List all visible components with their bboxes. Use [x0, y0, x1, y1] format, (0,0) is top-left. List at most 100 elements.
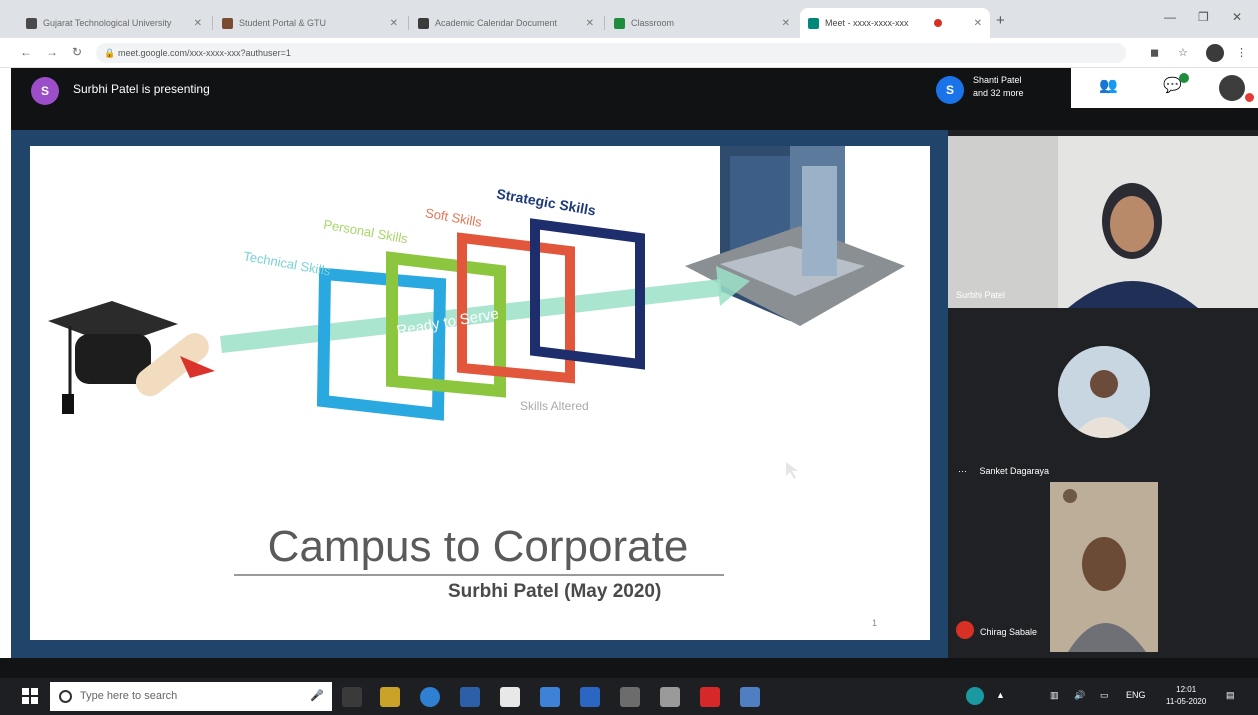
taskbar-search-box[interactable]: Type here to search 🎤: [50, 682, 332, 711]
lock-icon: 🔒: [104, 48, 116, 58]
address-bar[interactable]: 🔒 meet.google.com/xxx-xxxx-xxx?authuser=…: [96, 43, 1126, 63]
meet-right-controls: 👥 💬: [1071, 68, 1258, 108]
windows-taskbar: Type here to search 🎤 ▲ ▥ 🔊 ▭ ENG 12:01 …: [0, 678, 1258, 715]
maximize-icon[interactable]: ❐: [1198, 10, 1209, 24]
mail-app-icon[interactable]: [460, 687, 480, 707]
reload-button[interactable]: ↻: [72, 45, 82, 59]
app-icon[interactable]: [660, 687, 680, 707]
cursor-icon: [786, 462, 798, 479]
tab-label: Academic Calendar Document: [435, 18, 558, 28]
taskbar-top-strip: [0, 658, 1258, 678]
app-icon[interactable]: [740, 687, 760, 707]
microphone-icon[interactable]: 🎤: [310, 682, 324, 711]
screen: Gujarat Technological University ✕ Stude…: [0, 0, 1258, 715]
search-icon: [59, 690, 72, 703]
star-icon[interactable]: ☆: [1178, 46, 1188, 59]
browser-tab[interactable]: Classroom ✕: [606, 8, 798, 38]
volume-icon[interactable]: 🔊: [1074, 690, 1085, 701]
self-avatar[interactable]: [1219, 75, 1245, 101]
building-image: [685, 146, 905, 326]
task-view-icon[interactable]: [342, 687, 362, 707]
back-button[interactable]: ←: [20, 45, 32, 59]
camera-permission-icon[interactable]: ◼: [1150, 46, 1159, 59]
chrome-app-icon[interactable]: [380, 687, 400, 707]
store-app-icon[interactable]: [500, 687, 520, 707]
tab-label: Meet - xxxx-xxxx-xxx: [825, 18, 909, 28]
tab-favicon-icon: [26, 17, 37, 29]
tray-app-icon[interactable]: [966, 687, 984, 705]
tab-divider: [408, 16, 409, 30]
participant-tile[interactable]: Surbhi Patel: [948, 136, 1258, 308]
clock-time: 12:01: [1176, 685, 1197, 694]
new-tab-button[interactable]: +: [996, 12, 1005, 29]
taskbar-clock[interactable]: 12:01 11-05-2020: [1166, 684, 1206, 708]
more-options-icon[interactable]: ⋯: [958, 466, 967, 476]
menu-icon[interactable]: ⋮: [1236, 46, 1247, 59]
meet-window: S Surbhi Patel is presenting S Shanti Pa…: [11, 68, 1258, 658]
tab-label: Classroom: [631, 18, 675, 28]
recording-dot-icon: [934, 19, 943, 27]
participant-panel: Surbhi Patel ⋯ Sanket Dagaraya Chirag Sa…: [948, 130, 1258, 658]
browser-tab[interactable]: Gujarat Technological University ✕: [18, 8, 210, 38]
participants-line-1: Shanti Patel: [973, 75, 1022, 85]
browser-tab-active[interactable]: Meet - xxxx-xxxx-xxx ✕: [800, 8, 990, 38]
battery-icon[interactable]: ▭: [1100, 690, 1109, 701]
close-tab-icon[interactable]: ✕: [188, 18, 202, 29]
close-window-icon[interactable]: ✕: [1232, 10, 1242, 24]
presentation-slide: Technical Skills Personal Skills Soft Sk…: [30, 146, 930, 640]
participant-avatar-photo[interactable]: [1058, 346, 1150, 438]
title-underline: [234, 574, 724, 576]
dropbox-app-icon[interactable]: [540, 687, 560, 707]
presentation-stage: Technical Skills Personal Skills Soft Sk…: [11, 130, 948, 658]
app-icon[interactable]: [620, 687, 640, 707]
participant-name: Surbhi Patel: [956, 290, 1006, 300]
tab-divider: [604, 16, 605, 30]
graduation-cap-image: [48, 301, 178, 414]
search-placeholder: Type here to search: [80, 690, 178, 702]
language-icon[interactable]: ENG: [1126, 690, 1146, 700]
browser-tab-strip: Gujarat Technological University ✕ Stude…: [0, 0, 1258, 38]
address-bar-url: meet.google.com/xxx-xxxx-xxx?authuser=1: [118, 48, 291, 58]
slide-page-number: 1: [872, 618, 878, 628]
tab-label: Student Portal & GTU: [239, 18, 327, 28]
close-tab-icon[interactable]: ✕: [580, 18, 594, 29]
clock-date: 11-05-2020: [1166, 697, 1207, 706]
skills-altered-label: Skills Altered: [520, 399, 589, 413]
profile-avatar[interactable]: [1206, 44, 1224, 62]
notification-dot: [1245, 93, 1254, 102]
avatar-photo: [1058, 346, 1150, 438]
tray-arrow-icon[interactable]: ▲: [996, 690, 1005, 700]
close-tab-icon[interactable]: ✕: [968, 18, 982, 29]
participant-avatar: S: [936, 76, 964, 104]
participants-summary[interactable]: Shanti Patel and 32 more: [973, 74, 1024, 100]
edge-app-icon[interactable]: [420, 687, 440, 707]
close-tab-icon[interactable]: ✕: [384, 18, 398, 29]
folder-app-icon[interactable]: [580, 687, 600, 707]
participant-tile[interactable]: [1050, 482, 1158, 652]
acrobat-app-icon[interactable]: [700, 687, 720, 707]
presenting-label: Surbhi Patel is presenting: [73, 82, 210, 96]
browser-tab[interactable]: Student Portal & GTU ✕: [214, 8, 406, 38]
presenter-avatar: S: [31, 77, 59, 105]
meet-top-bar: S Surbhi Patel is presenting S Shanti Pa…: [11, 68, 1258, 130]
meet-favicon-icon: [808, 17, 819, 29]
forward-button[interactable]: →: [46, 45, 58, 59]
tab-divider: [212, 16, 213, 30]
notifications-icon[interactable]: ▤: [1226, 690, 1235, 701]
participant-video: [1050, 482, 1158, 652]
participant-video: [948, 136, 1258, 308]
browser-tab[interactable]: Academic Calendar Document ✕: [410, 8, 602, 38]
tab-favicon-icon: [222, 17, 233, 29]
people-icon[interactable]: 👥: [1099, 76, 1118, 94]
windows-start-icon[interactable]: [22, 688, 38, 704]
tab-favicon-icon: [418, 17, 429, 29]
participant-name: ⋯ Sanket Dagaraya: [958, 466, 1050, 476]
tab-label: Gujarat Technological University: [43, 18, 172, 28]
network-icon[interactable]: ▥: [1050, 690, 1059, 701]
muted-mic-icon: [956, 621, 974, 639]
participant-name: Chirag Sabale: [980, 627, 1038, 637]
slide-title: Campus to Corporate: [267, 522, 689, 571]
minimize-icon[interactable]: —: [1164, 10, 1176, 24]
close-tab-icon[interactable]: ✕: [776, 18, 790, 29]
tab-favicon-icon: [614, 17, 625, 29]
